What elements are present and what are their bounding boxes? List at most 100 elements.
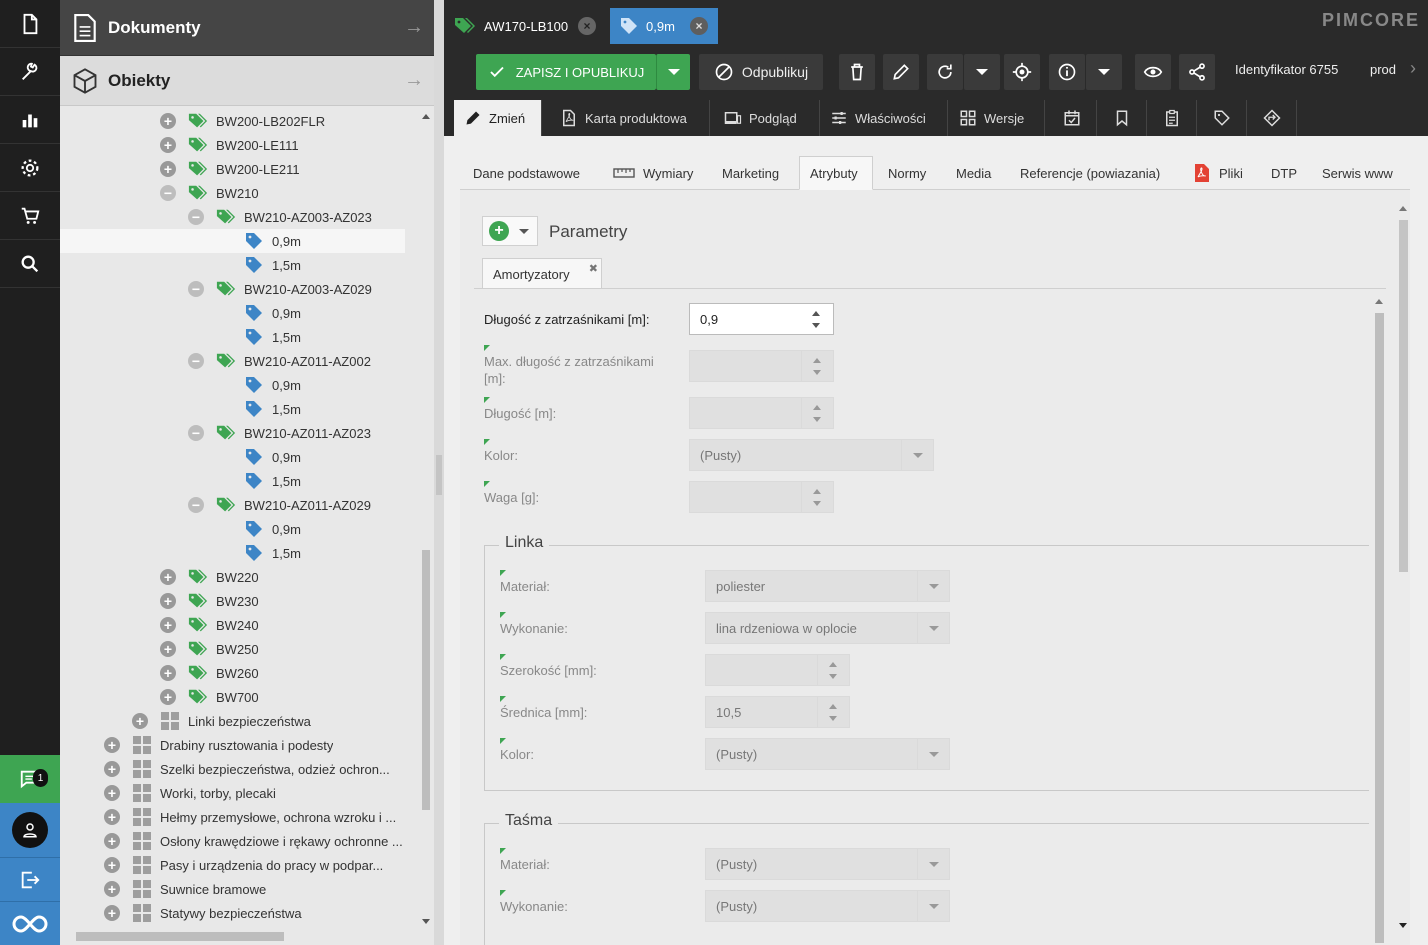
- tab-preview[interactable]: Podgląd: [714, 100, 820, 136]
- tab-workflow[interactable]: [1247, 100, 1297, 136]
- subtab-basic-data[interactable]: Dane podstawowe: [463, 156, 590, 190]
- expand-icon[interactable]: +: [132, 713, 148, 729]
- number-spinner[interactable]: [801, 398, 833, 428]
- linka-color-select[interactable]: (Pusty): [705, 738, 950, 770]
- tree-node[interactable]: + Suwnice bramowe: [60, 877, 418, 901]
- nav-documents[interactable]: [0, 0, 60, 48]
- expand-icon[interactable]: +: [104, 833, 120, 849]
- add-parameter-button[interactable]: +: [482, 216, 538, 246]
- tree-node[interactable]: 0,9m: [60, 517, 418, 541]
- tree-node[interactable]: + BW220: [60, 565, 418, 589]
- expand-icon[interactable]: +: [160, 593, 176, 609]
- tree-node[interactable]: 1,5m: [60, 397, 418, 421]
- rename-button[interactable]: [883, 54, 919, 90]
- tab-tags[interactable]: [1197, 100, 1247, 136]
- objects-panel-header[interactable]: Obiekty →: [60, 56, 434, 106]
- nav-search[interactable]: [0, 240, 60, 288]
- collapse-icon[interactable]: −: [188, 353, 204, 369]
- tree-node[interactable]: + Linki bezpieczeństwa: [60, 709, 418, 733]
- linka-wykonanie-select[interactable]: lina rdzeniowa w oplocie: [705, 612, 950, 644]
- expand-icon[interactable]: +: [104, 785, 120, 801]
- nav-ecommerce[interactable]: [0, 192, 60, 240]
- tab-properties[interactable]: Właściwości: [820, 100, 948, 136]
- arrow-right-icon[interactable]: →: [404, 69, 424, 92]
- tree-node[interactable]: + BW260: [60, 661, 418, 685]
- tree-vertical-scrollbar[interactable]: [420, 110, 432, 928]
- tree-node[interactable]: + BW230: [60, 589, 418, 613]
- tree-node[interactable]: − BW210-AZ011-AZ023: [60, 421, 418, 445]
- tree-node[interactable]: 0,9m: [60, 301, 418, 325]
- tab-product-card[interactable]: Karta produktowa: [550, 100, 710, 136]
- content-scrollbar[interactable]: [1396, 200, 1410, 930]
- tree-node[interactable]: 1,5m: [60, 253, 418, 277]
- collapse-icon[interactable]: −: [188, 497, 204, 513]
- tree-node[interactable]: − BW210-AZ011-AZ029: [60, 493, 418, 517]
- expand-icon[interactable]: +: [160, 689, 176, 705]
- tree-node[interactable]: + Szelki bezpieczeństwa, odzież ochron...: [60, 757, 418, 781]
- tab-schedule[interactable]: [1047, 100, 1097, 136]
- subtab-norms[interactable]: Normy: [878, 156, 936, 190]
- subtab-dimensions[interactable]: Wymiary: [603, 156, 703, 190]
- tab-versions[interactable]: Wersje: [949, 100, 1045, 136]
- nav-tools[interactable]: [0, 48, 60, 96]
- locate-in-tree-button[interactable]: [1004, 54, 1040, 90]
- collapse-icon[interactable]: −: [188, 425, 204, 441]
- expand-icon[interactable]: +: [104, 881, 120, 897]
- tree-node[interactable]: + BW200-LE111: [60, 133, 418, 157]
- info-button[interactable]: [1049, 54, 1085, 90]
- nav-settings[interactable]: [0, 144, 60, 192]
- expand-icon[interactable]: +: [160, 161, 176, 177]
- chevron-down-icon[interactable]: [901, 440, 933, 470]
- chevron-down-icon[interactable]: [917, 571, 949, 601]
- length-with-hooks-input[interactable]: 0,9: [689, 303, 834, 335]
- tree-node[interactable]: + BW200-LE211: [60, 157, 418, 181]
- close-icon[interactable]: ×: [578, 17, 596, 35]
- collapse-icon[interactable]: −: [160, 185, 176, 201]
- reload-button[interactable]: [927, 54, 963, 90]
- subtab-references[interactable]: Referencje (powiazania): [1010, 156, 1170, 190]
- number-spinner[interactable]: [817, 655, 849, 685]
- arrow-right-icon[interactable]: →: [404, 16, 424, 39]
- expand-icon[interactable]: +: [160, 617, 176, 633]
- collapse-icon[interactable]: −: [188, 209, 204, 225]
- length-input[interactable]: [689, 397, 834, 429]
- pimcore-logo-button[interactable]: [0, 901, 60, 945]
- tree-node[interactable]: + Osłony krawędziowe i rękawy ochronne ..…: [60, 829, 418, 853]
- tree-node[interactable]: + Statywy bezpieczeństwa: [60, 901, 418, 925]
- doc-tab-aw170[interactable]: AW170-LB100 ×: [444, 8, 606, 44]
- tree-node[interactable]: − BW210-AZ003-AZ029: [60, 277, 418, 301]
- number-spinner[interactable]: [817, 697, 849, 727]
- chevron-down-icon[interactable]: [917, 891, 949, 921]
- tasma-wykonanie-select[interactable]: (Pusty): [705, 890, 950, 922]
- expand-icon[interactable]: +: [104, 737, 120, 753]
- tree-node[interactable]: + Worki, torby, plecaki: [60, 781, 418, 805]
- tree-node[interactable]: 1,5m: [60, 325, 418, 349]
- subtab-marketing[interactable]: Marketing: [712, 156, 789, 190]
- notifications-button[interactable]: 1: [0, 755, 60, 803]
- subtab-files[interactable]: Pliki: [1183, 156, 1253, 190]
- tree-node[interactable]: − BW210-AZ011-AZ002: [60, 349, 418, 373]
- collapse-icon[interactable]: −: [188, 281, 204, 297]
- expand-icon[interactable]: +: [160, 569, 176, 585]
- tree-node[interactable]: + Pasy i urządzenia do pracy w podpar...: [60, 853, 418, 877]
- expand-icon[interactable]: +: [160, 665, 176, 681]
- tree-node[interactable]: − BW210: [60, 181, 418, 205]
- weight-input[interactable]: [689, 481, 834, 513]
- unpublish-button[interactable]: Odpublikuj: [699, 54, 823, 90]
- preview-button[interactable]: [1135, 54, 1171, 90]
- documents-panel-header[interactable]: Dokumenty →: [60, 0, 434, 56]
- chevron-down-icon[interactable]: [917, 613, 949, 643]
- nav-reports[interactable]: [0, 96, 60, 144]
- tree-horizontal-scrollbar[interactable]: [60, 929, 418, 943]
- user-menu-button[interactable]: [0, 803, 60, 857]
- expand-icon[interactable]: +: [104, 905, 120, 921]
- tree-node[interactable]: + BW700: [60, 685, 418, 709]
- tree-node[interactable]: + BW250: [60, 637, 418, 661]
- delete-button[interactable]: [839, 54, 875, 90]
- linka-material-select[interactable]: poliester: [705, 570, 950, 602]
- tree-node[interactable]: + Hełmy przemysłowe, ochrona wzroku i ...: [60, 805, 418, 829]
- doc-tab-09m[interactable]: 0,9m ×: [610, 8, 718, 44]
- logout-button[interactable]: [0, 857, 60, 901]
- expand-icon[interactable]: +: [160, 137, 176, 153]
- tree-node[interactable]: 1,5m: [60, 541, 418, 565]
